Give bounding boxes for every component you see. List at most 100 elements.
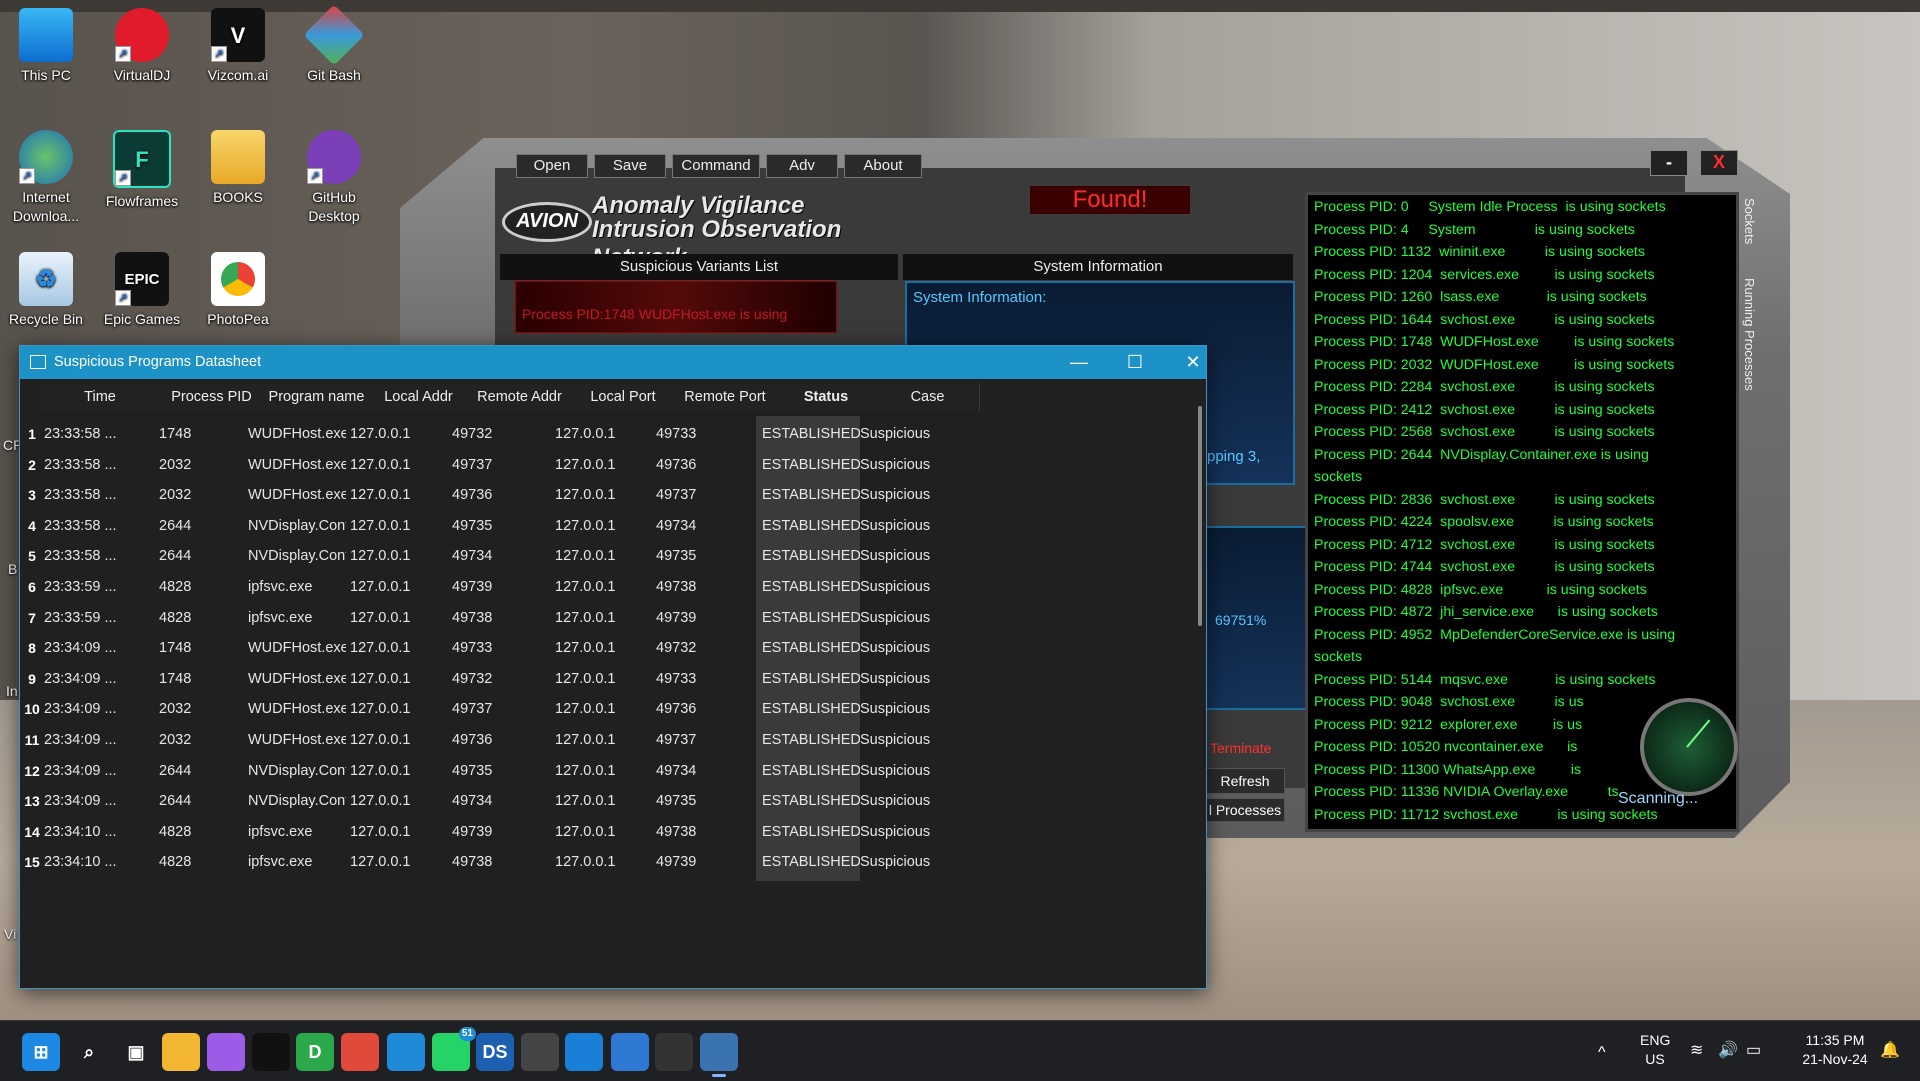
process-row[interactable]: Process PID: 2644 NVDisplay.Container.ex… [1314, 447, 1649, 463]
column-header[interactable]: Process PID [160, 383, 264, 411]
column-header[interactable]: Status [776, 383, 877, 411]
tab-running-processes[interactable]: Running Processes [1742, 278, 1757, 391]
process-row[interactable]: Process PID: 4224 spoolsv.exe is using s… [1314, 514, 1654, 530]
desktop-icon-git-bash[interactable]: Git Bash [288, 4, 380, 85]
desktop-icon-photopea[interactable]: PhotoPea [192, 252, 284, 329]
process-row[interactable]: Process PID: 4 System is using sockets [1314, 222, 1635, 238]
minimize-button[interactable]: — [1050, 346, 1108, 379]
search-icon[interactable]: ⌕ [70, 1033, 108, 1071]
column-header[interactable]: Remote Port [674, 383, 777, 411]
column-header[interactable]: Remote Addr [467, 383, 573, 411]
desktop-icon-internet-download[interactable]: ↗ Internet Downloa... [0, 130, 92, 226]
process-row[interactable]: Process PID: 2284 svchost.exe is using s… [1314, 379, 1655, 395]
clock[interactable]: 11:35 PM 21-Nov-24 [1790, 1031, 1880, 1069]
terminate-button[interactable]: Terminate [1210, 740, 1290, 760]
cell-status[interactable]: ESTABLISHED [756, 844, 860, 882]
desktop-icon-epic-games[interactable]: EPIC ↗ Epic Games [96, 252, 188, 329]
wifi-icon[interactable]: ≋ [1690, 1041, 1703, 1060]
task-view-icon[interactable]: ▣ [117, 1033, 155, 1071]
column-header[interactable]: Program name [263, 383, 371, 411]
notification-bell-icon[interactable]: 🔔 [1880, 1041, 1900, 1060]
process-row[interactable]: Process PID: 1132 wininit.exe is using s… [1314, 244, 1645, 260]
process-row[interactable]: Process PID: 4712 svchost.exe is using s… [1314, 537, 1655, 553]
process-row[interactable]: Process PID: 9212 explorer.exe is us [1314, 717, 1582, 733]
process-row[interactable]: Process PID: 2412 svchost.exe is using s… [1314, 402, 1655, 418]
tab-sockets[interactable]: Sockets [1742, 198, 1757, 244]
process-row[interactable]: Process PID: 1260 lsass.exe is using soc… [1314, 289, 1647, 305]
save-button[interactable]: Save [594, 154, 666, 178]
process-row[interactable]: Process PID: 4872 jhi_service.exe is usi… [1314, 604, 1658, 620]
datasheet-titlebar[interactable]: Suspicious Programs Datasheet — ☐ ✕ [20, 346, 1206, 379]
process-row[interactable]: Process PID: 2836 svchost.exe is using s… [1314, 492, 1655, 508]
vscode-icon[interactable] [565, 1033, 603, 1071]
refresh-button[interactable]: Refresh [1205, 768, 1285, 794]
show-hidden-icons-chevron[interactable]: ^ [1598, 1043, 1606, 1062]
copilot-icon[interactable] [207, 1033, 245, 1071]
cell-case[interactable]: Suspicious [860, 844, 956, 881]
desktop-icon-books[interactable]: BOOKS [192, 130, 284, 207]
desktop-icon-virtualdj[interactable]: ↗ VirtualDJ [96, 8, 188, 85]
whatsapp-icon[interactable]: 51 [432, 1027, 476, 1071]
desktop-icon-vizcom[interactable]: V ↗ Vizcom.ai [192, 8, 284, 85]
avion-close-button[interactable]: X [1700, 150, 1738, 176]
column-header[interactable]: Time [40, 383, 161, 411]
battery-icon[interactable]: ▭ [1746, 1041, 1761, 1060]
process-row[interactable]: sockets [1314, 469, 1362, 485]
desktop-icon-github-desktop[interactable]: ↗ GitHub Desktop [288, 130, 380, 226]
suspicious-variant-row[interactable]: Process PID:1748 WUDFHost.exe is using [522, 306, 787, 322]
process-row[interactable]: Process PID: 11712 svchost.exe is using … [1314, 807, 1658, 823]
adv-button[interactable]: Adv [766, 154, 838, 178]
notepad-icon[interactable] [611, 1033, 649, 1071]
volume-icon[interactable]: 🔊 [1718, 1041, 1738, 1060]
vertical-scrollbar[interactable] [1198, 406, 1202, 966]
table-row[interactable]: 15 23:34:10 ... 4828 ipfsvc.exe 127.0.0.1 497… [20, 844, 1170, 882]
start-icon[interactable]: ⊞ [22, 1033, 60, 1071]
process-row[interactable]: Process PID: 11300 WhatsApp.exe is [1314, 762, 1581, 778]
python-icon[interactable] [700, 1033, 738, 1077]
processes-button[interactable]: l Processes [1205, 798, 1285, 822]
command-button[interactable]: Command [672, 154, 760, 178]
maximize-button[interactable]: ☐ [1106, 346, 1164, 379]
process-row[interactable]: sockets [1314, 649, 1362, 665]
column-header[interactable]: Case [876, 383, 980, 411]
chrome-icon[interactable] [341, 1033, 379, 1071]
ds-app-icon[interactable]: DS [476, 1033, 514, 1071]
about-button[interactable]: About [844, 154, 922, 178]
process-row[interactable]: Process PID: 2032 WUDFHost.exe is using … [1314, 357, 1674, 373]
edge-icon[interactable] [387, 1033, 425, 1071]
language-indicator[interactable]: ENG US [1640, 1031, 1670, 1069]
vizcom-icon[interactable] [252, 1033, 290, 1071]
process-row[interactable]: Process PID: 1748 WUDFHost.exe is using … [1314, 334, 1674, 350]
cell-laddr[interactable]: 127.0.0.1 [350, 844, 448, 881]
desktop-icon-recycle-bin[interactable]: ♻ Recycle Bin [0, 252, 92, 329]
open-button[interactable]: Open [516, 154, 588, 178]
process-row[interactable]: Process PID: 9048 svchost.exe is us [1314, 694, 1584, 710]
cell-time[interactable]: 23:34:10 ... [44, 844, 154, 881]
desktop-icon-this-pc[interactable]: This PC [0, 8, 92, 85]
scrollbar-thumb[interactable] [1198, 406, 1202, 626]
process-row[interactable]: Process PID: 0 System Idle Process is us… [1314, 199, 1666, 215]
chatgpt-icon[interactable] [521, 1033, 559, 1071]
process-row[interactable]: Process PID: 2568 svchost.exe is using s… [1314, 424, 1655, 440]
file-explorer-icon[interactable] [162, 1033, 200, 1071]
d-app-icon[interactable]: D [296, 1033, 334, 1071]
process-row[interactable]: Process PID: 1644 svchost.exe is using s… [1314, 312, 1655, 328]
close-button[interactable]: ✕ [1164, 346, 1222, 379]
column-header[interactable]: Local Port [572, 383, 675, 411]
avion-minimize-button[interactable]: - [1650, 150, 1688, 176]
process-row[interactable]: Process PID: 4952 MpDefenderCoreService.… [1314, 627, 1675, 643]
cell-lport[interactable]: 127.0.0.1 [555, 844, 653, 881]
terminal-icon[interactable] [655, 1033, 693, 1071]
cell-prog[interactable]: ipfsvc.exe [248, 844, 346, 881]
cell-rport[interactable]: 49739 [656, 844, 752, 881]
process-row[interactable]: Process PID: 11336 NVIDIA Overlay.exe ts [1314, 784, 1619, 800]
column-header[interactable]: Local Addr [370, 383, 468, 411]
cell-raddr[interactable]: 49738 [452, 844, 552, 881]
cell-pid[interactable]: 4828 [159, 844, 244, 881]
process-row[interactable]: Process PID: 4744 svchost.exe is using s… [1314, 559, 1655, 575]
desktop-icon-flowframes[interactable]: F ↗ Flowframes [96, 130, 188, 211]
process-row[interactable]: Process PID: 4828 ipfsvc.exe is using so… [1314, 582, 1647, 598]
suspicious-variants-list[interactable]: Process PID:1748 WUDFHost.exe is using [515, 281, 837, 333]
process-row[interactable]: Process PID: 1204 services.exe is using … [1314, 267, 1655, 283]
process-row[interactable]: Process PID: 5144 mqsvc.exe is using soc… [1314, 672, 1655, 688]
